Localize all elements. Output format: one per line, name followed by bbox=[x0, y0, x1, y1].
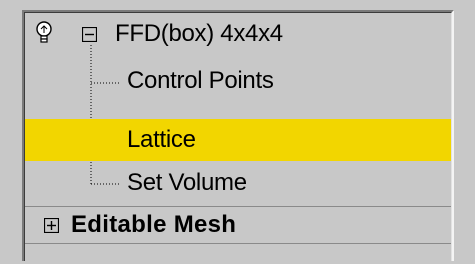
lightbulb-icon[interactable] bbox=[35, 21, 53, 45]
subobject-control-points[interactable]: Control Points bbox=[25, 60, 451, 101]
modifier-stack-list: FFD(box) 4x4x4 Control Points Lattice Se… bbox=[22, 10, 454, 261]
ffd-modifier-label: FFD(box) 4x4x4 bbox=[115, 19, 283, 47]
subobject-set-volume[interactable]: Set Volume bbox=[25, 162, 451, 203]
ffd-modifier-row[interactable]: FFD(box) 4x4x4 bbox=[25, 13, 451, 54]
modifier-stack-panel: FFD(box) 4x4x4 Control Points Lattice Se… bbox=[0, 0, 475, 261]
editable-mesh-row[interactable]: Editable Mesh bbox=[25, 206, 451, 244]
subobject-label: Lattice bbox=[127, 126, 196, 153]
subobject-label: Control Points bbox=[127, 66, 274, 94]
minus-box-icon[interactable] bbox=[82, 27, 97, 42]
plus-box-icon[interactable] bbox=[44, 218, 59, 233]
subobject-label: Set Volume bbox=[127, 168, 247, 196]
editable-mesh-label: Editable Mesh bbox=[71, 211, 237, 238]
subobject-lattice[interactable]: Lattice bbox=[25, 119, 451, 161]
